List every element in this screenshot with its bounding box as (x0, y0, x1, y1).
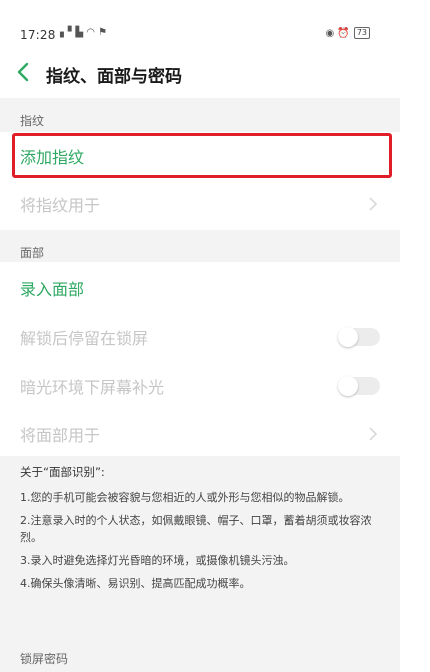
stay-on-lock-screen-toggle[interactable] (338, 327, 380, 347)
phone-screen: 17:28 ▖▘▙ ◠ ⚑ ◉ ⏰ 73 指纹、面部与密码 指纹 添加指纹 将指… (0, 0, 400, 672)
stay-on-lock-screen-label: 解锁后停留在锁屏 (20, 329, 149, 348)
low-light-fill-item: 暗光环境下屏幕补光 (0, 362, 400, 410)
low-light-fill-label: 暗光环境下屏幕补光 (20, 378, 165, 397)
status-bar: 17:28 ▖▘▙ ◠ ⚑ ◉ ⏰ 73 (0, 0, 400, 50)
alarm-icon: ◉ ⏰ (325, 27, 350, 39)
use-fingerprint-for-label: 将指纹用于 (20, 196, 101, 215)
add-fingerprint-button[interactable]: 添加指纹 (0, 132, 400, 180)
app-bar: 指纹、面部与密码 (0, 50, 400, 96)
low-light-fill-toggle[interactable] (338, 376, 380, 396)
about-face-item: 4.确保头像清晰、易识别、提高匹配成功概率。 (20, 577, 251, 590)
toggle-knob (338, 327, 358, 347)
chevron-left-icon[interactable] (12, 60, 36, 84)
add-fingerprint-label: 添加指纹 (20, 148, 85, 167)
section-header-lock-password: 锁屏密码 (0, 636, 400, 672)
use-face-for-item[interactable]: 将面部用于 (0, 410, 400, 458)
section-header-face: 面部 (0, 230, 400, 262)
about-face-info: 关于“面部识别”: 1.您的手机可能会被容貌与您相近的人或外形与您相似的物品解锁… (0, 456, 400, 636)
right-margin (400, 0, 430, 672)
about-face-item: 2.注意录入时的个人状态，如佩戴眼镜、帽子、口罩，蓄着胡须或妆容浓烈。 (20, 514, 372, 544)
status-right-icons: ◉ ⏰ 73 (325, 27, 370, 39)
toggle-knob (338, 376, 358, 396)
enroll-face-button[interactable]: 录入面部 (0, 264, 400, 312)
enroll-face-label: 录入面部 (20, 280, 85, 299)
about-face-title: 关于“面部识别”: (20, 465, 105, 479)
use-fingerprint-for-item[interactable]: 将指纹用于 (0, 180, 400, 228)
battery-icon: 73 (353, 27, 370, 39)
about-face-item: 1.您的手机可能会被容貌与您相近的人或外形与您相似的物品解锁。 (20, 491, 350, 504)
about-face-item: 3.录入时避免选择灯光昏暗的环境，或摄像机镜头污浊。 (20, 554, 295, 567)
status-time: 17:28 (20, 28, 56, 42)
use-face-for-label: 将面部用于 (20, 426, 101, 445)
chevron-right-icon (369, 197, 378, 211)
chevron-right-icon (369, 427, 378, 441)
stay-on-lock-screen-item: 解锁后停留在锁屏 (0, 313, 400, 361)
page-title: 指纹、面部与密码 (46, 67, 182, 87)
signal-wifi-icons: ▖▘▙ ◠ ⚑ (60, 27, 108, 38)
section-header-fingerprint: 指纹 (0, 98, 400, 132)
